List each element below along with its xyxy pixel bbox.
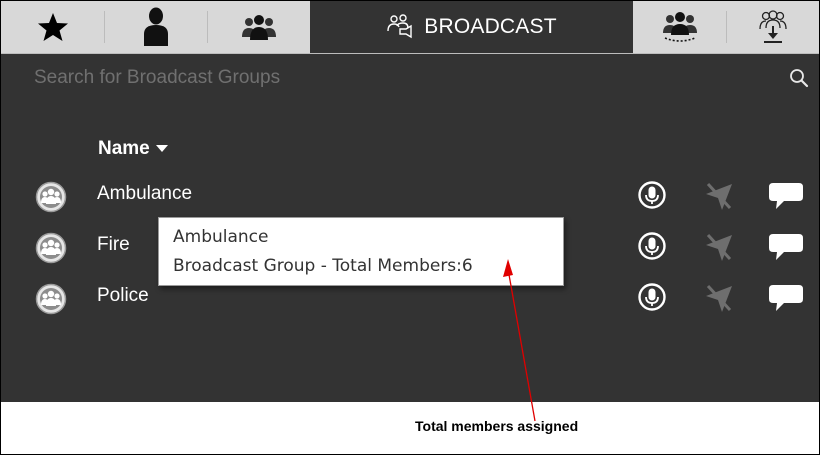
annotation-label: Total members assigned <box>415 418 579 434</box>
annotation-arrow <box>503 259 536 422</box>
broadcast-panel-window: BROADCAST Search for Broadcast Groups Na… <box>0 0 820 455</box>
